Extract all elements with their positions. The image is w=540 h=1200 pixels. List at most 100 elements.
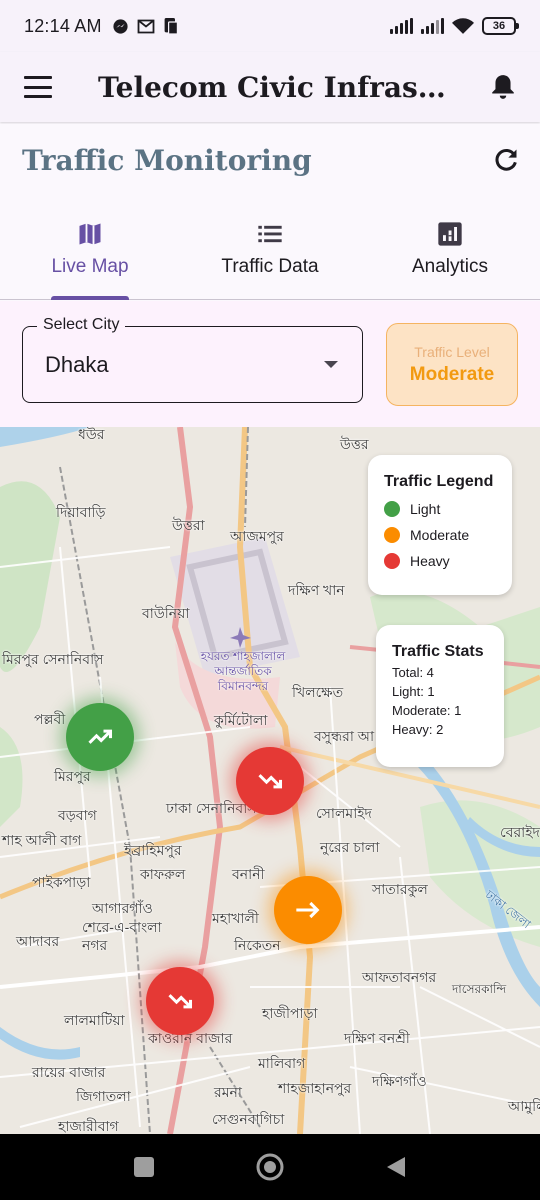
traffic-level-value: Moderate <box>409 364 495 385</box>
map-place-label: হযরত শাহজালাল আন্তর্জাতিক বিমানবন্দর <box>200 649 286 693</box>
legend-label: Light <box>410 501 441 517</box>
map-place-label: সেগুনবাগিচা <box>212 1111 285 1127</box>
map-place-label: দক্ষিণগাঁও <box>372 1073 427 1089</box>
tab-live-map[interactable]: Live Map <box>0 216 180 300</box>
bell-icon[interactable] <box>490 73 516 101</box>
map-place-label: বনানী <box>232 866 265 882</box>
dropdown-arrow-icon <box>324 361 338 368</box>
legend-label: Moderate <box>410 527 470 543</box>
stats-title: Traffic Stats <box>392 643 484 660</box>
map-place-label: বেরাইদ <box>500 824 540 840</box>
map-place-label: শাহ আলী বাগ <box>2 832 82 848</box>
map-place-label: কুর্মিটোলা <box>214 712 268 728</box>
traffic-level-caption: Traffic Level <box>414 344 490 360</box>
traffic-level-chip: Traffic Level Moderate <box>386 323 518 406</box>
map-place-label: সাতারকুল <box>372 881 428 897</box>
traffic-legend-card: Traffic Legend Light Moderate Heavy <box>368 455 512 595</box>
page-header: Traffic Monitoring Live Map Traffic Data… <box>0 124 540 300</box>
map-place-label: লালমাটিয়া <box>64 1012 125 1028</box>
tab-analytics[interactable]: Analytics <box>360 216 540 299</box>
traffic-map[interactable]: ধউর দিয়াবাড়ি উত্তরা আজমপুর উত্তর দক্ষি… <box>0 427 540 1134</box>
trending-up-icon <box>88 729 113 744</box>
sim-toolkit-icon <box>164 18 178 35</box>
legend-dot <box>384 501 400 517</box>
stat-light: Light: 1 <box>392 684 435 699</box>
map-place-label: বড়বাগ <box>58 807 97 823</box>
back-button[interactable] <box>385 1155 407 1179</box>
tab-bar: Live Map Traffic Data Analytics <box>0 216 540 300</box>
map-place-label: দিয়াবাড়ি <box>56 504 106 520</box>
system-icons: 36 <box>390 17 519 35</box>
map-place-label: মহাখালী <box>212 910 259 926</box>
map-place-label: রায়ের বাজার <box>32 1064 106 1080</box>
gmail-icon <box>137 19 155 33</box>
map-place-label: নুরের চালা <box>320 839 380 855</box>
map-place-label: পাইকপাড়া <box>32 874 91 890</box>
map-place-label: মিরপুর <box>54 768 91 784</box>
map-place-label: দাসেরকান্দি <box>452 982 507 996</box>
map-place-label: জিগাতলা <box>76 1088 131 1104</box>
stat-heavy: Heavy: 2 <box>392 722 444 737</box>
tab-label: Traffic Data <box>221 256 319 277</box>
map-place-label: শেরে-এ-বাংলা নগর <box>82 919 162 953</box>
map-place-label: ধউর <box>78 427 105 442</box>
signal-icon <box>390 18 413 34</box>
stat-total: Total: 4 <box>392 665 434 680</box>
city-select-label: Select City <box>37 316 126 334</box>
map-place-label: হাজারীবাগ <box>58 1118 119 1134</box>
city-select[interactable]: Select City Dhaka <box>22 316 363 403</box>
tab-traffic-data[interactable]: Traffic Data <box>180 216 360 299</box>
status-bar: 12:14 AM 36 <box>0 0 540 52</box>
map-controls: Select City Dhaka Traffic Level Moderate <box>0 301 540 427</box>
map-place-label: রমনা <box>214 1084 242 1100</box>
legend-item-light: Light <box>384 501 496 517</box>
trending-down-icon <box>168 994 193 1009</box>
map-place-label: উত্তরা <box>172 517 205 533</box>
map-place-label: নিকেতন <box>234 937 281 953</box>
tab-label: Live Map <box>51 256 129 277</box>
menu-icon[interactable] <box>24 76 52 98</box>
city-select-value: Dhaka <box>45 352 109 377</box>
traffic-marker-light[interactable] <box>66 703 134 771</box>
battery-icon: 36 <box>482 17 519 35</box>
traffic-marker-heavy[interactable] <box>236 747 304 815</box>
map-place-label: দক্ষিণ বনশ্রী <box>344 1030 410 1046</box>
map-place-label: সোলমাইদ <box>316 805 372 821</box>
map-place-label: শাহজাহানপুর <box>278 1080 352 1096</box>
map-place-label: খিলক্ষেত <box>292 684 344 700</box>
list-icon <box>258 225 282 243</box>
recents-button[interactable] <box>133 1156 155 1178</box>
page-title: Traffic Monitoring <box>22 144 312 177</box>
refresh-icon[interactable] <box>492 146 520 174</box>
app-bar: Telecom Civic Infrastr... <box>0 52 540 122</box>
messenger-icon <box>113 18 128 34</box>
notification-icons <box>112 17 179 35</box>
legend-dot <box>384 527 400 543</box>
map-place-label: ইব্রাহিমপুর <box>124 842 182 858</box>
home-button[interactable] <box>255 1152 285 1182</box>
app-title: Telecom Civic Infrastr... <box>98 70 448 104</box>
analytics-icon <box>438 222 462 246</box>
map-place-label: হাজীপাড়া <box>262 1005 318 1021</box>
system-nav-bar <box>0 1134 540 1200</box>
traffic-marker-heavy[interactable] <box>146 967 214 1035</box>
tab-indicator <box>51 296 129 300</box>
map-place-label: বসুন্ধরা আ <box>314 728 375 744</box>
traffic-marker-moderate[interactable] <box>274 876 342 944</box>
arrow-right-icon <box>296 901 320 919</box>
map-place-label: মিরপুর সেনানিবাস <box>2 651 104 667</box>
legend-dot <box>384 553 400 569</box>
status-time: 12:14 AM <box>24 15 102 36</box>
map-place-label: আফতাবনগর <box>362 969 437 985</box>
legend-label: Heavy <box>410 553 450 569</box>
map-place-label: আদাবর <box>16 933 60 949</box>
legend-item-moderate: Moderate <box>384 527 496 543</box>
tab-label: Analytics <box>411 256 489 277</box>
map-place-label: বাউনিয়া <box>142 605 190 621</box>
map-icon <box>79 223 101 245</box>
wifi-icon <box>452 17 474 34</box>
map-place-label: মালিবাগ <box>258 1055 306 1071</box>
map-place-label: পল্লবী <box>34 711 66 727</box>
traffic-stats-card: Traffic Stats Total: 4 Light: 1 Moderate… <box>376 625 504 767</box>
map-place-label: দক্ষিণ খান <box>288 582 345 598</box>
